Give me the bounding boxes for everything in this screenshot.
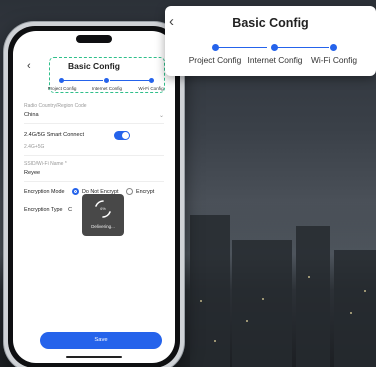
background-building	[190, 215, 230, 367]
step-dot	[59, 78, 64, 83]
smart-connect-toggle[interactable]	[114, 131, 130, 140]
phone-screen: ‹ Basic Config Project Config Internet C…	[13, 31, 175, 363]
save-button[interactable]: Save	[40, 332, 162, 349]
ssid-field[interactable]: SSID/Wi-Fi Name * Reyee	[24, 161, 164, 176]
zoom-step-indicator: Project Config Internet Config Wi-Fi Con…	[189, 44, 359, 74]
smart-connect-row: 2.4G/5G Smart Connect	[24, 131, 164, 140]
step-label: Wi-Fi Config	[310, 55, 358, 65]
step-indicator: Project Config Internet Config Wi-Fi Con…	[47, 78, 164, 100]
step-dot	[212, 44, 219, 51]
step-dot	[104, 78, 109, 83]
step-connector	[277, 47, 329, 48]
background-building	[296, 226, 330, 367]
encryption-mode-label: Encryption Mode	[24, 188, 65, 195]
country-value: China	[24, 112, 39, 118]
ssid-label: SSID/Wi-Fi Name *	[24, 161, 67, 167]
radio-unselected-icon	[126, 188, 134, 195]
country-label: Radio Country/Region Code	[24, 103, 87, 109]
chevron-down-icon: ⌄	[158, 113, 164, 119]
divider	[24, 155, 164, 156]
ssid-value: Reyee	[24, 170, 41, 176]
loader-text: Delivering...	[91, 224, 115, 229]
zoom-callout: ‹ Basic Config Project Config Internet C…	[165, 6, 376, 76]
background-building	[334, 250, 376, 367]
radio-selected-icon	[71, 188, 79, 195]
smart-connect-label: 2.4G/5G Smart Connect	[24, 132, 85, 138]
loading-overlay: 6% Delivering...	[82, 194, 124, 236]
step-dot	[149, 78, 154, 83]
step-label: Wi-Fi Config	[138, 86, 164, 91]
divider	[24, 181, 164, 182]
encryption-type-value: C	[68, 207, 72, 213]
background-building	[232, 240, 292, 367]
step-label: Internet Config	[91, 86, 123, 91]
step-dot	[330, 44, 337, 51]
phone-frame: ‹ Basic Config Project Config Internet C…	[4, 22, 184, 367]
step-connector	[217, 47, 267, 48]
country-field[interactable]: Radio Country/Region Code China ⌄	[24, 103, 164, 119]
divider	[24, 123, 164, 124]
home-indicator	[66, 356, 122, 358]
loader-percent: 6%	[100, 207, 106, 211]
step-label: Project Config	[188, 55, 242, 65]
encryption-type-label: Encryption Type	[24, 207, 63, 213]
phone-bezel: ‹ Basic Config Project Config Internet C…	[8, 26, 180, 367]
band-value: 2.4G+5G	[24, 144, 45, 150]
radio-encrypt[interactable]: Encrypt	[126, 188, 154, 195]
step-connector	[63, 80, 103, 81]
zoom-title: Basic Config	[232, 16, 309, 30]
step-connector	[110, 80, 149, 81]
step-label: Project Config	[47, 86, 77, 91]
phone-notch	[76, 35, 112, 43]
step-dot	[271, 44, 278, 51]
step-label: Internet Config	[247, 55, 303, 65]
